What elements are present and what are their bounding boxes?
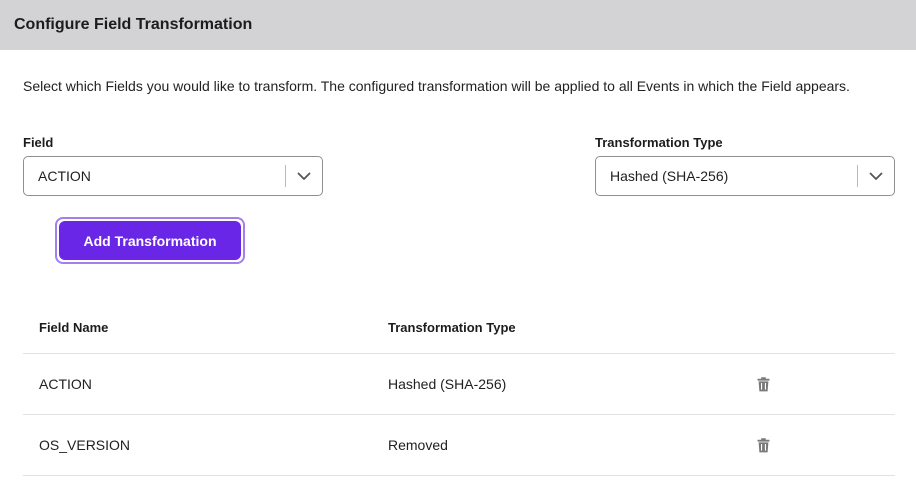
transformation-type-select[interactable]: Hashed (SHA-256): [595, 156, 895, 196]
add-transformation-button[interactable]: Add Transformation: [59, 221, 241, 260]
row-field-name: ACTION: [39, 376, 92, 392]
description-text: Select which Fields you would like to tr…: [23, 78, 850, 94]
field-select-value: ACTION: [38, 168, 91, 184]
table-row: ACTION Hashed (SHA-256): [23, 354, 895, 415]
field-label: Field: [23, 135, 54, 150]
chevron-down-icon[interactable]: [858, 157, 894, 195]
row-field-name: OS_VERSION: [39, 437, 131, 453]
table-header: Field Name Transformation Type: [23, 302, 895, 354]
row-transformation-type: Hashed (SHA-256): [388, 376, 507, 392]
chevron-down-icon[interactable]: [286, 157, 322, 195]
field-select[interactable]: ACTION: [23, 156, 323, 196]
row-transformation-type: Removed: [388, 437, 448, 453]
dialog-header: Configure Field Transformation: [0, 0, 916, 50]
dialog-title: Configure Field Transformation: [14, 16, 253, 33]
column-header-transformation-type: Transformation Type: [388, 320, 516, 335]
transformation-type-label: Transformation Type: [595, 135, 723, 150]
trash-icon[interactable]: [757, 437, 770, 453]
trash-icon[interactable]: [757, 376, 770, 392]
add-transformation-focus-ring: Add Transformation: [55, 217, 245, 264]
transformation-type-select-value: Hashed (SHA-256): [610, 168, 729, 184]
transformations-table: Field Name Transformation Type ACTION Ha…: [23, 302, 895, 476]
column-header-field-name: Field Name: [39, 320, 109, 335]
table-row: OS_VERSION Removed: [23, 415, 895, 476]
